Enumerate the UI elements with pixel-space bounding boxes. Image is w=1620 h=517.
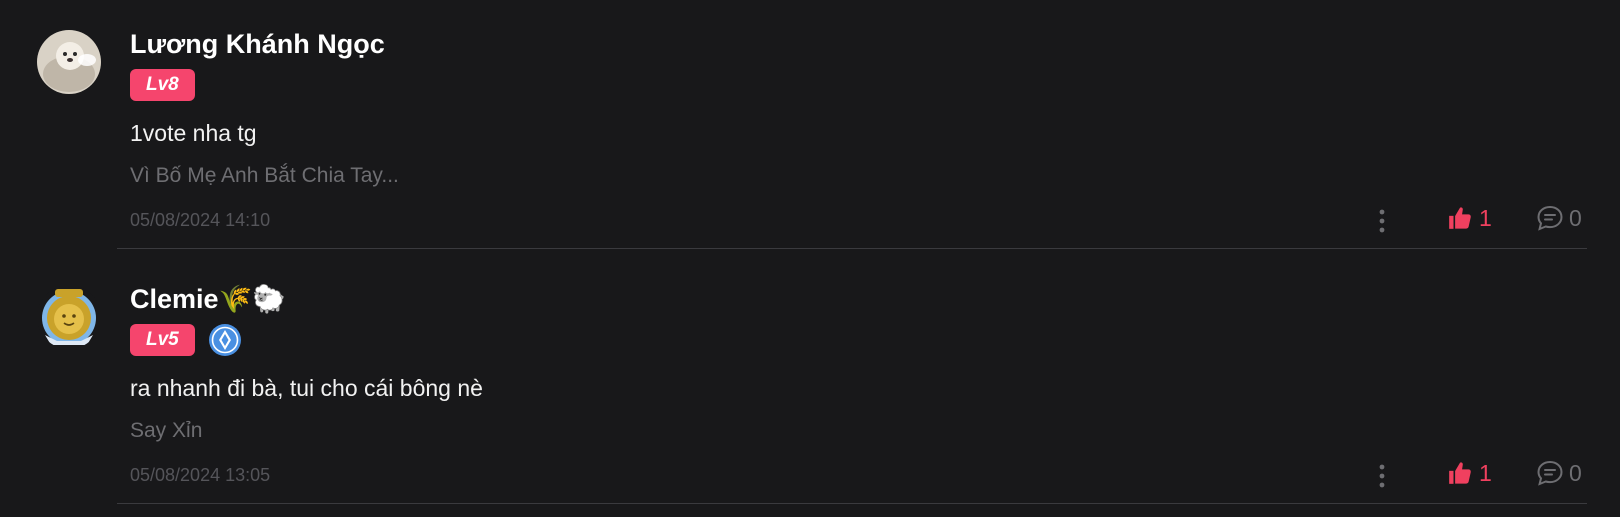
author-name[interactable]: Lương Khánh Ngọc (130, 28, 385, 60)
story-link[interactable]: Vì Bố Mẹ Anh Bắt Chia Tay... (130, 162, 399, 190)
comment-text: ra nhanh đi bà, tui cho cái bông nè (130, 375, 483, 401)
author-name[interactable]: Clemie🌾🐑 (130, 283, 286, 315)
chat-bubble-icon (1537, 460, 1563, 486)
avatar[interactable] (37, 30, 101, 94)
story-link[interactable]: Say Xỉn (130, 417, 202, 445)
level-badge: Lv8 (130, 69, 195, 101)
like-button[interactable]: 1 (1447, 203, 1492, 233)
comment-item: Clemie🌾🐑 Lv5 ra nhanh đi bà, tui cho cái… (0, 255, 1620, 510)
more-options-button[interactable] (1370, 207, 1394, 235)
vertical-dots-icon (1379, 464, 1385, 488)
reply-button[interactable]: 0 (1535, 203, 1582, 233)
timestamp: 05/08/2024 14:10 (130, 210, 271, 230)
comment-text: 1vote nha tg (130, 120, 257, 146)
level-badge: Lv5 (130, 324, 195, 356)
vertical-dots-icon (1379, 209, 1385, 233)
like-count: 1 (1479, 460, 1492, 486)
comment-item: Lương Khánh Ngọc Lv8 1vote nha tg Vì Bố … (0, 0, 1620, 255)
badge-row: Lv5 (130, 324, 242, 356)
like-count: 1 (1479, 205, 1492, 231)
reply-button[interactable]: 0 (1535, 458, 1582, 488)
shield-badge-icon (208, 323, 242, 357)
divider (117, 503, 1587, 504)
avatar[interactable] (37, 285, 101, 349)
divider (117, 248, 1587, 249)
comment-list: Lương Khánh Ngọc Lv8 1vote nha tg Vì Bố … (0, 0, 1620, 510)
thumbs-up-icon (1449, 462, 1471, 484)
reply-count: 0 (1569, 460, 1582, 486)
thumbs-up-icon (1449, 207, 1471, 229)
like-button[interactable]: 1 (1447, 458, 1492, 488)
badge-row: Lv8 (130, 69, 195, 101)
writer-lion-avatar-icon (37, 285, 101, 349)
cream-dog-avatar-icon (37, 30, 101, 94)
timestamp: 05/08/2024 13:05 (130, 465, 271, 485)
chat-bubble-icon (1537, 205, 1563, 231)
more-options-button[interactable] (1370, 462, 1394, 490)
reply-count: 0 (1569, 205, 1582, 231)
